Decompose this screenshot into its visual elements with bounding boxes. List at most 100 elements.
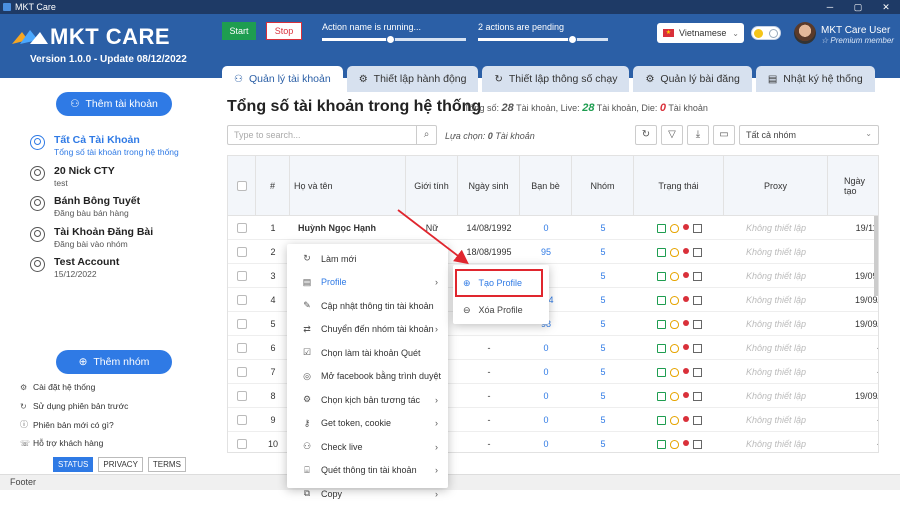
maximize-button[interactable]: ▢ <box>844 2 872 13</box>
die-count: 0 <box>659 102 666 114</box>
minimize-button[interactable]: ─ <box>816 2 844 13</box>
support-link[interactable]: ☏ Hỗ trợ khách hàng <box>20 438 103 448</box>
context-menu-item[interactable]: ⌸ Quét thông tin tài khoản › <box>287 459 448 482</box>
context-menu-item[interactable]: ⧉ Copy › <box>287 482 448 505</box>
table-scrollbar[interactable] <box>874 216 878 296</box>
context-menu-item[interactable]: ◎ Mở facebook bằng trình duyệt <box>287 365 448 388</box>
mail-icon <box>692 343 702 353</box>
progress-knob[interactable] <box>567 35 577 44</box>
mail-icon <box>692 295 702 305</box>
theme-toggle[interactable] <box>751 26 781 40</box>
status-dot-icon <box>682 439 689 446</box>
previous-version-link[interactable]: ↻ Sử dụng phiên bản trước <box>20 401 128 411</box>
status-icons <box>634 216 724 240</box>
row-checkbox[interactable] <box>237 295 247 305</box>
cell-n: 2 <box>270 247 276 257</box>
column-proxy[interactable]: Proxy <box>724 156 828 216</box>
select-all-checkbox[interactable] <box>228 156 256 216</box>
folder-button[interactable]: ▭ <box>713 125 735 145</box>
context-menu-item[interactable]: ⚇ Check live › <box>287 435 448 458</box>
row-checkbox[interactable] <box>237 247 247 257</box>
sidebar-item-test-account[interactable]: Test Account 15/12/2022 <box>30 256 119 286</box>
context-menu-item[interactable]: ⚙ Chọn kịch bản tương tác › <box>287 388 448 411</box>
row-checkbox[interactable] <box>237 271 247 281</box>
progress-knob[interactable] <box>385 35 395 44</box>
row-checkbox[interactable] <box>237 415 247 425</box>
cell-groups: 5 <box>600 343 606 353</box>
cell-n: 1 <box>270 223 276 233</box>
cell-dob: - <box>487 391 491 401</box>
doc-icon <box>656 343 666 353</box>
row-checkbox[interactable] <box>237 367 247 377</box>
cell-proxy: Không thiết lập <box>745 415 807 425</box>
close-button[interactable]: ✕ <box>872 2 900 13</box>
search-icon[interactable]: ⌕ <box>416 126 436 144</box>
edit-icon: ✎ <box>303 300 311 310</box>
context-menu-item[interactable]: ⇄ Chuyển đến nhóm tài khoản › <box>287 318 448 341</box>
sidebar-item-all-accounts[interactable]: Tất Cả Tài Khoản Tổng số tài khoản trong … <box>30 134 179 164</box>
sidebar-item-posting-account[interactable]: Tài Khoản Đăng Bài Đăng bài vào nhóm <box>30 226 153 256</box>
system-settings-link[interactable]: ⚙ Cài đặt hệ thống <box>20 382 95 392</box>
row-checkbox-cell <box>228 408 256 432</box>
tab-post-management[interactable]: ⚙ Quản lý bài đăng <box>633 66 752 92</box>
add-group-button[interactable]: ⊕ Thêm nhóm <box>56 350 172 374</box>
tab-run-settings[interactable]: ↻ Thiết lập thông số chạy <box>482 66 630 92</box>
user-circle-icon <box>30 196 45 211</box>
app-header: MKT CARE Version 1.0.0 - Update 08/12/20… <box>0 14 900 92</box>
row-checkbox[interactable] <box>237 439 247 449</box>
sidebar-item-20-nick[interactable]: 20 Nick CTY test <box>30 165 115 195</box>
status-dot-icon <box>682 271 689 278</box>
privacy-button[interactable]: PRIVACY <box>98 457 143 472</box>
tab-action-settings[interactable]: ⚙ Thiết lập hành động <box>346 66 479 92</box>
terms-button[interactable]: TERMS <box>147 457 186 472</box>
context-menu-item[interactable]: ⚷ Get token, cookie › <box>287 412 448 435</box>
user-check-icon: ⚇ <box>302 441 312 451</box>
tab-system-log[interactable]: ▤ Nhật ký hệ thống <box>755 66 875 92</box>
row-checkbox[interactable] <box>237 343 247 353</box>
sidebar-item-banh-bong-tuyet[interactable]: Bánh Bông Tuyết Đăng bàu bán hàng <box>30 195 140 225</box>
row-checkbox-cell <box>228 312 256 336</box>
column-gender[interactable]: Giới tính <box>406 156 458 216</box>
context-menu-item[interactable]: ✎ Cập nhật thông tin tài khoản <box>287 294 448 317</box>
group-select[interactable]: Tất cả nhóm ⌄ <box>739 125 879 145</box>
row-checkbox[interactable] <box>237 319 247 329</box>
language-select[interactable]: ★ Vietnamese ⌄ <box>657 23 744 43</box>
avatar[interactable] <box>794 22 816 44</box>
status-button[interactable]: STATUS <box>53 457 94 472</box>
context-menu-item[interactable]: ☑ Chọn làm tài khoản Quét <box>287 341 448 364</box>
row-checkbox[interactable] <box>237 223 247 233</box>
move-icon: ⇄ <box>303 323 311 334</box>
download-button[interactable]: ⤓ <box>687 125 709 145</box>
start-button[interactable]: Start <box>222 22 256 40</box>
cell-created: 19/09/ <box>854 319 879 329</box>
cell-dob: 14/08/1992 <box>466 223 512 233</box>
row-checkbox[interactable] <box>237 391 247 401</box>
context-menu-item[interactable]: ↻ Làm mới <box>287 247 448 270</box>
shield-icon <box>669 247 679 257</box>
column-status[interactable]: Trạng thái <box>634 156 724 216</box>
column-created[interactable]: Ngày tạo <box>828 156 878 216</box>
add-account-button[interactable]: ⚇ Thêm tài khoản <box>56 92 172 116</box>
table-row[interactable]: 1 Huỳnh Ngọc Hạnh Nữ 14/08/1992 0 5 Không thiế… <box>228 216 878 240</box>
column-name[interactable]: Họ và tên <box>290 156 406 216</box>
column-dob[interactable]: Ngày sinh <box>458 156 520 216</box>
column-friends[interactable]: Bạn bè <box>520 156 572 216</box>
whats-new-link[interactable]: ⓘ Phiên bản mới có gì? <box>20 419 114 430</box>
tab-account-management[interactable]: ⚇ Quản lý tài khoản <box>222 66 343 92</box>
cell-created: - <box>828 360 878 384</box>
context-menu-item[interactable]: ▤ Profile › <box>287 271 448 294</box>
stop-button[interactable]: Stop <box>266 22 302 40</box>
cell-dob: - <box>487 367 491 377</box>
refresh-button[interactable]: ↻ <box>635 125 657 145</box>
shield-icon <box>669 391 679 401</box>
column-groups[interactable]: Nhóm <box>572 156 634 216</box>
delete-profile-item[interactable]: ⊖ Xóa Profile <box>453 298 549 322</box>
cell-created: 19/09/ <box>854 391 879 401</box>
window-title: MKT Care <box>15 2 56 12</box>
cell-proxy: Không thiết lập <box>745 439 807 449</box>
app-icon <box>3 3 11 11</box>
search-input[interactable]: Type to search... ⌕ <box>227 125 437 145</box>
filter-button[interactable]: ▽ <box>661 125 683 145</box>
cell-proxy: Không thiết lập <box>745 247 807 257</box>
row-checkbox-cell <box>228 216 256 240</box>
